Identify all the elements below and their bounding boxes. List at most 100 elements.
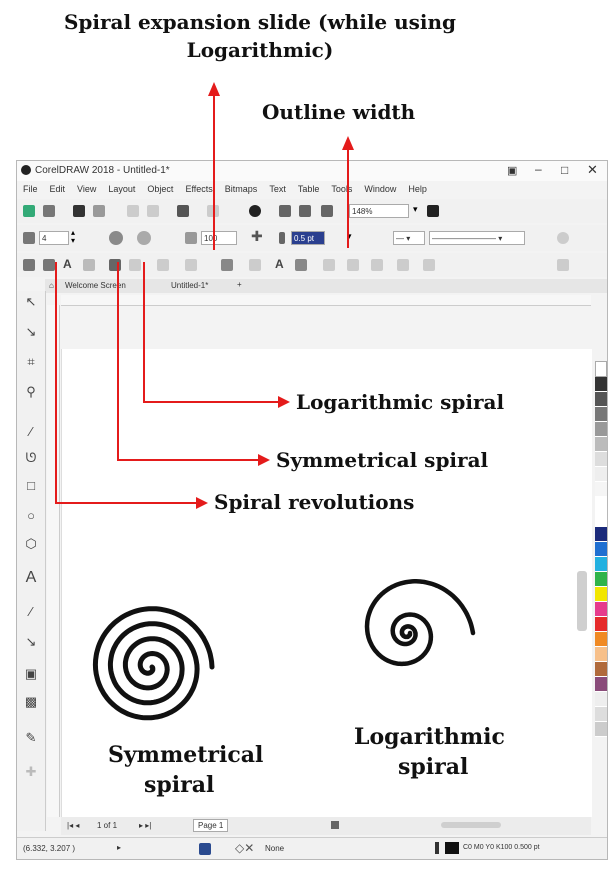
intersect-icon[interactable] <box>185 259 197 271</box>
minimize-icon[interactable]: – <box>535 162 542 176</box>
menu-table[interactable]: Table <box>298 184 320 194</box>
swatch-gray7[interactable] <box>595 482 607 497</box>
open-icon[interactable] <box>43 205 55 217</box>
home-icon[interactable]: ⌂ <box>49 281 54 290</box>
swatch-peach[interactable] <box>595 647 607 662</box>
add-preset-icon[interactable] <box>557 232 569 244</box>
chevron-down-icon[interactable]: ▾ <box>413 204 418 215</box>
chevron-down-icon[interactable]: ▾ <box>347 231 352 242</box>
text-icon[interactable]: A <box>63 257 72 271</box>
tab-untitled[interactable]: Untitled-1* <box>171 281 208 290</box>
full-screen-icon[interactable] <box>427 205 439 217</box>
drawing-canvas[interactable]: Symmetrical spiral Logarithmic spiral <box>61 349 592 817</box>
save-icon[interactable] <box>73 205 85 217</box>
menu-object[interactable]: Object <box>147 184 173 194</box>
drop-shadow-icon[interactable]: ▣ <box>24 667 38 681</box>
distribute-icon[interactable] <box>43 259 55 271</box>
swatch-gray6[interactable] <box>595 467 607 482</box>
arrange-icon[interactable] <box>347 259 359 271</box>
vertical-ruler[interactable] <box>47 305 60 817</box>
swatch-plum[interactable] <box>595 677 607 692</box>
next-page-icon[interactable]: ▸ ▸| <box>139 821 151 830</box>
parallel-dimension-icon[interactable]: ⁄ <box>24 605 38 619</box>
user-icon[interactable]: ▣ <box>507 164 517 177</box>
trim-icon[interactable] <box>157 259 169 271</box>
document-color-icon[interactable] <box>199 843 211 855</box>
swatch-orange[interactable] <box>595 632 607 647</box>
swatch-gray1[interactable] <box>595 392 607 407</box>
expansion-slider[interactable]: ✚ <box>251 228 263 245</box>
spiral-expansion-field[interactable]: 100 <box>201 231 237 245</box>
swatch-light2[interactable] <box>595 707 607 722</box>
crop-tool-icon[interactable]: ⌗ <box>24 355 38 369</box>
artistic-text-icon[interactable]: A <box>275 257 284 271</box>
interactive-fill-icon[interactable]: ✚ <box>24 765 38 779</box>
swatch-green[interactable] <box>595 572 607 587</box>
line-style-select[interactable]: ———————— ▾ <box>429 231 525 245</box>
prev-page-icon[interactable]: |◂ ◂ <box>67 821 79 830</box>
new-document-icon[interactable] <box>23 205 35 217</box>
swatch-brown[interactable] <box>595 662 607 677</box>
align-icon[interactable] <box>23 259 35 271</box>
convert-curves-icon[interactable] <box>295 259 307 271</box>
swatch-light3[interactable] <box>595 722 607 737</box>
menu-effects[interactable]: Effects <box>185 184 212 194</box>
vertical-scrollbar-thumb[interactable] <box>577 571 587 631</box>
start-arrowhead-select[interactable]: — ▾ <box>393 231 425 245</box>
swatch-white3[interactable] <box>595 512 607 527</box>
swatch-cyan[interactable] <box>595 557 607 572</box>
swatch-magenta[interactable] <box>595 602 607 617</box>
horizontal-scrollbar-thumb[interactable] <box>441 822 501 828</box>
scroll-left-icon[interactable] <box>331 821 339 829</box>
rectangle-tool-icon[interactable]: □ <box>24 479 38 493</box>
maximize-icon[interactable]: □ <box>561 163 568 177</box>
node-icon[interactable] <box>323 259 335 271</box>
weld-icon[interactable] <box>129 259 141 271</box>
swatch-blue[interactable] <box>595 542 607 557</box>
redo-icon[interactable] <box>207 205 219 217</box>
copy-icon[interactable] <box>147 205 159 217</box>
print-icon[interactable] <box>93 205 105 217</box>
ellipse-tool-icon[interactable]: ○ <box>24 509 38 523</box>
swatch-gray5[interactable] <box>595 452 607 467</box>
menu-layout[interactable]: Layout <box>108 184 135 194</box>
freehand-tool-icon[interactable]: ⁄ <box>24 425 38 439</box>
unlock-icon[interactable] <box>423 259 435 271</box>
menu-file[interactable]: File <box>23 184 38 194</box>
logarithmic-spiral-icon[interactable] <box>137 231 151 245</box>
transparency-icon[interactable]: ▩ <box>24 695 38 709</box>
swatch-white2[interactable] <box>595 497 607 512</box>
lock-icon[interactable] <box>397 259 409 271</box>
page-tab-1[interactable]: Page 1 <box>193 819 229 832</box>
group-icon[interactable] <box>221 259 233 271</box>
menu-window[interactable]: Window <box>364 184 396 194</box>
artistic-media-icon[interactable]: ᘎ <box>24 451 38 465</box>
options-icon[interactable] <box>557 259 569 271</box>
menu-view[interactable]: View <box>77 184 96 194</box>
chevron-right-icon[interactable]: ▸ <box>117 843 121 852</box>
ungroup-icon[interactable] <box>249 259 261 271</box>
undo-icon[interactable] <box>177 205 189 217</box>
pick-tool-icon[interactable]: ↖ <box>24 295 38 309</box>
zoom-tool-icon[interactable]: ⚲ <box>24 385 38 399</box>
text-tool-icon[interactable]: A <box>24 570 38 586</box>
swatch-navy[interactable] <box>595 527 607 542</box>
swatch-gray3[interactable] <box>595 422 607 437</box>
shape-tool-icon[interactable]: ↘ <box>24 325 38 339</box>
outline-color-swatch[interactable] <box>445 842 459 854</box>
connector-tool-icon[interactable]: ↘ <box>24 635 38 649</box>
swatch-gray4[interactable] <box>595 437 607 452</box>
eyedropper-icon[interactable]: ✎ <box>24 731 38 745</box>
swatch-dark[interactable] <box>595 377 607 392</box>
revolutions-spinner[interactable]: ▴ ▾ <box>71 229 75 245</box>
add-tab-icon[interactable]: + <box>237 280 242 289</box>
export-icon[interactable] <box>299 205 311 217</box>
search-content-icon[interactable] <box>249 205 261 217</box>
zoom-tool-icon[interactable] <box>109 259 121 271</box>
swatch-light[interactable] <box>595 692 607 707</box>
polygon-tool-icon[interactable]: ⬡ <box>24 537 38 551</box>
menu-help[interactable]: Help <box>408 184 427 194</box>
symmetrical-spiral-icon[interactable] <box>109 231 123 245</box>
swatch-white[interactable] <box>595 361 607 377</box>
import-icon[interactable] <box>279 205 291 217</box>
